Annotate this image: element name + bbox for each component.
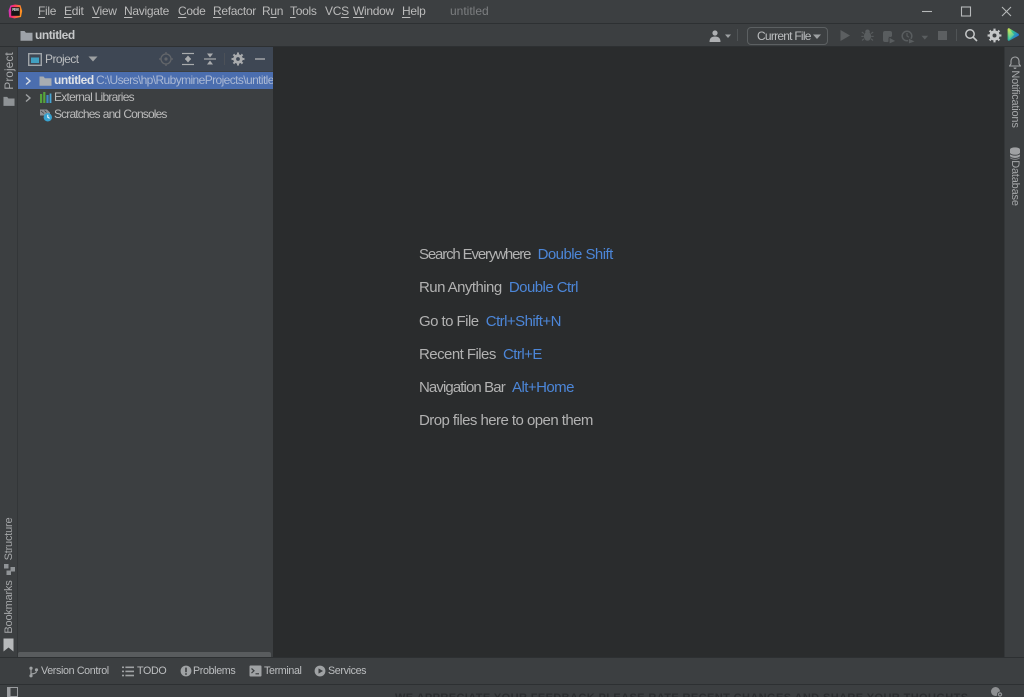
svg-text:RM: RM [12,7,19,12]
